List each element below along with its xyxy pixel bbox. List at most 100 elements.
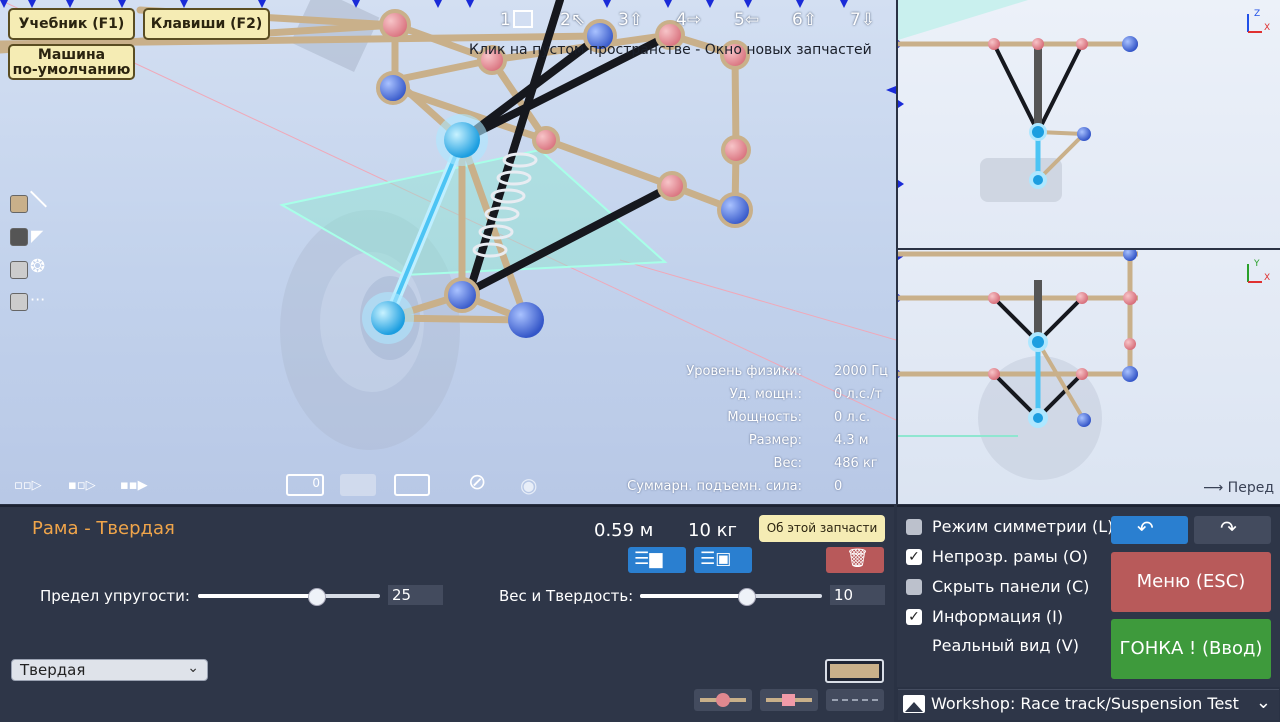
frame-color-swatch-large [830, 664, 879, 678]
chevron-down-icon: ⌄ [187, 660, 199, 676]
tool-3-num: 3 [618, 10, 629, 30]
sliders-open-icon: ☰▆ [634, 549, 663, 569]
more-icon[interactable]: ··· [30, 290, 45, 309]
info-checkbox[interactable]: ✓ [906, 609, 922, 625]
arrow-down-icon: ⇩ [860, 10, 876, 30]
race-button[interactable]: ГОНКА ! (Ввод) [1111, 619, 1271, 679]
elasticity-label: Предел упругости: [40, 587, 190, 605]
view-flat-icon[interactable] [394, 474, 430, 496]
joint-square-icon [782, 694, 795, 706]
undo-button[interactable]: ↶ [1111, 516, 1188, 544]
load-preset-button[interactable]: ☰▆ [628, 547, 686, 573]
tool-3[interactable]: 3⇧ [618, 10, 643, 30]
misc-color-swatch[interactable] [10, 293, 28, 311]
frame-color-swatch[interactable] [10, 195, 28, 213]
frame-color-button[interactable] [825, 659, 884, 683]
info-label: Информация (I) [932, 607, 1064, 626]
redo-button[interactable]: ↷ [1194, 516, 1271, 544]
weight-hardness-input[interactable]: 10 [830, 585, 885, 605]
svg-text:Y: Y [1253, 259, 1260, 269]
default-car-button-line2: по-умолчанию [12, 61, 131, 78]
side-view-bottom[interactable]: Y X ⟶ Перед [898, 250, 1280, 504]
hint-text: Клик на пустом пространстве - Окно новых… [469, 42, 872, 58]
arrow-up-icon: ⇧ [628, 10, 644, 30]
workshop-label: Workshop: Race track/Suspension Test [931, 694, 1239, 713]
hide-eye-icon[interactable]: ⊘ [468, 472, 486, 494]
part-name: Рама - Твердая [32, 518, 175, 539]
tool-4[interactable]: 4⇨ [676, 10, 701, 30]
tool-7[interactable]: 7⇩ [850, 10, 875, 30]
side-view-bottom-canvas[interactable]: Y X [898, 250, 1280, 504]
wheel-icon[interactable]: ❂ [30, 256, 45, 277]
svg-text:X: X [1264, 273, 1270, 283]
arrow-up-left-icon: ⇖ [570, 10, 586, 30]
save-preset-button[interactable]: ☰▣ [694, 547, 752, 573]
svg-text:X: X [1264, 23, 1270, 33]
speed-slow-icon[interactable]: ▫▫▷ [14, 478, 42, 493]
elasticity-input[interactable]: 25 [388, 585, 443, 605]
tutorial-button-label: Учебник (F1) [18, 16, 125, 32]
side-view-top-canvas[interactable]: Z X [898, 0, 1280, 248]
sliders-save-icon: ☰▣ [700, 549, 732, 569]
default-car-button[interactable]: Машина по-умолчанию [8, 44, 135, 80]
3d-viewport[interactable]: Учебник (F1) Клавиши (F2) Машина по-умол… [0, 0, 896, 504]
workshop-select[interactable]: Workshop: Race track/Suspension Test ⌄ [898, 689, 1279, 720]
race-button-label: ГОНКА ! (Ввод) [1119, 638, 1263, 659]
part-mass: 10 кг [688, 520, 737, 541]
menu-button[interactable]: Меню (ESC) [1111, 552, 1271, 612]
side-view-top[interactable]: Z X [898, 0, 1280, 248]
speed-normal-icon[interactable]: ▪▫▷ [68, 478, 96, 493]
elasticity-slider[interactable] [198, 588, 380, 606]
tool-7-num: 7 [850, 10, 861, 30]
view-angled-icon [340, 474, 376, 496]
tool-4-num: 4 [676, 10, 687, 30]
about-part-label: Об этой запчасти [766, 521, 878, 535]
part-length: 0.59 м [594, 520, 654, 541]
redo-icon: ↷ [1220, 516, 1237, 540]
joint-ball-icon [716, 693, 730, 707]
keys-button[interactable]: Клавиши (F2) [143, 8, 270, 40]
joint-type-button-2[interactable] [760, 689, 818, 711]
eye-icon[interactable]: ◉ [520, 474, 537, 496]
rotate-icon [512, 10, 533, 28]
arrow-up-icon: ⇧ [802, 10, 818, 30]
triangle-icon[interactable]: ◤ [31, 226, 43, 245]
link-color-swatch[interactable] [10, 228, 28, 246]
axis-gizmo-xz: Z X [1247, 9, 1270, 33]
tool-2-num: 2 [560, 10, 571, 30]
tutorial-button[interactable]: Учебник (F1) [8, 8, 135, 40]
tool-2[interactable]: 2⇖ [560, 10, 585, 30]
weight-hardness-slider-knob[interactable] [738, 588, 756, 606]
opaque-frames-checkbox[interactable]: ✓ [906, 549, 922, 565]
settings-panel: Режим симметрии (L) ✓ Непрозр. рамы (O) … [897, 505, 1280, 687]
weight-hardness-slider[interactable] [640, 588, 822, 606]
opaque-frames-label: Непрозр. рамы (O) [932, 547, 1088, 566]
symmetry-label: Режим симметрии (L) [932, 517, 1114, 536]
about-part-button[interactable]: Об этой запчасти [759, 515, 885, 542]
arrow-right-icon: ⟶ [1203, 480, 1224, 496]
axis-gizmo-xy: Y X [1247, 259, 1270, 283]
dashed-line-icon [832, 699, 878, 701]
elasticity-slider-knob[interactable] [308, 588, 326, 606]
symmetry-checkbox[interactable] [906, 519, 922, 535]
undo-icon: ↶ [1137, 516, 1154, 540]
joint-type-button-1[interactable] [694, 689, 752, 711]
view-reset-icon[interactable]: 0 [286, 474, 324, 496]
delete-part-button[interactable]: 🗑 [826, 547, 884, 573]
tool-1[interactable]: 1 [500, 10, 533, 30]
real-view-label[interactable]: Реальный вид (V) [932, 636, 1079, 655]
front-direction-label: ⟶ Перед [1203, 480, 1274, 496]
tool-6-num: 6 [792, 10, 803, 30]
tool-6[interactable]: 6⇧ [792, 10, 817, 30]
guide-line [619, 259, 896, 341]
material-select[interactable]: Твердая ⌄ [11, 659, 208, 681]
tool-5[interactable]: 5⇦ [734, 10, 759, 30]
arrow-right-icon: ⇨ [686, 10, 702, 30]
joint-type-button-3[interactable] [826, 689, 884, 711]
hide-panels-checkbox[interactable] [906, 579, 922, 595]
weight-hardness-label: Вес и Твердость: [499, 587, 634, 605]
default-car-button-line1: Машина [37, 47, 106, 63]
hide-panels-label: Скрыть панели (C) [932, 577, 1090, 596]
wheel-color-swatch[interactable] [10, 261, 28, 279]
speed-fast-icon[interactable]: ▪▪▶ [120, 478, 148, 493]
